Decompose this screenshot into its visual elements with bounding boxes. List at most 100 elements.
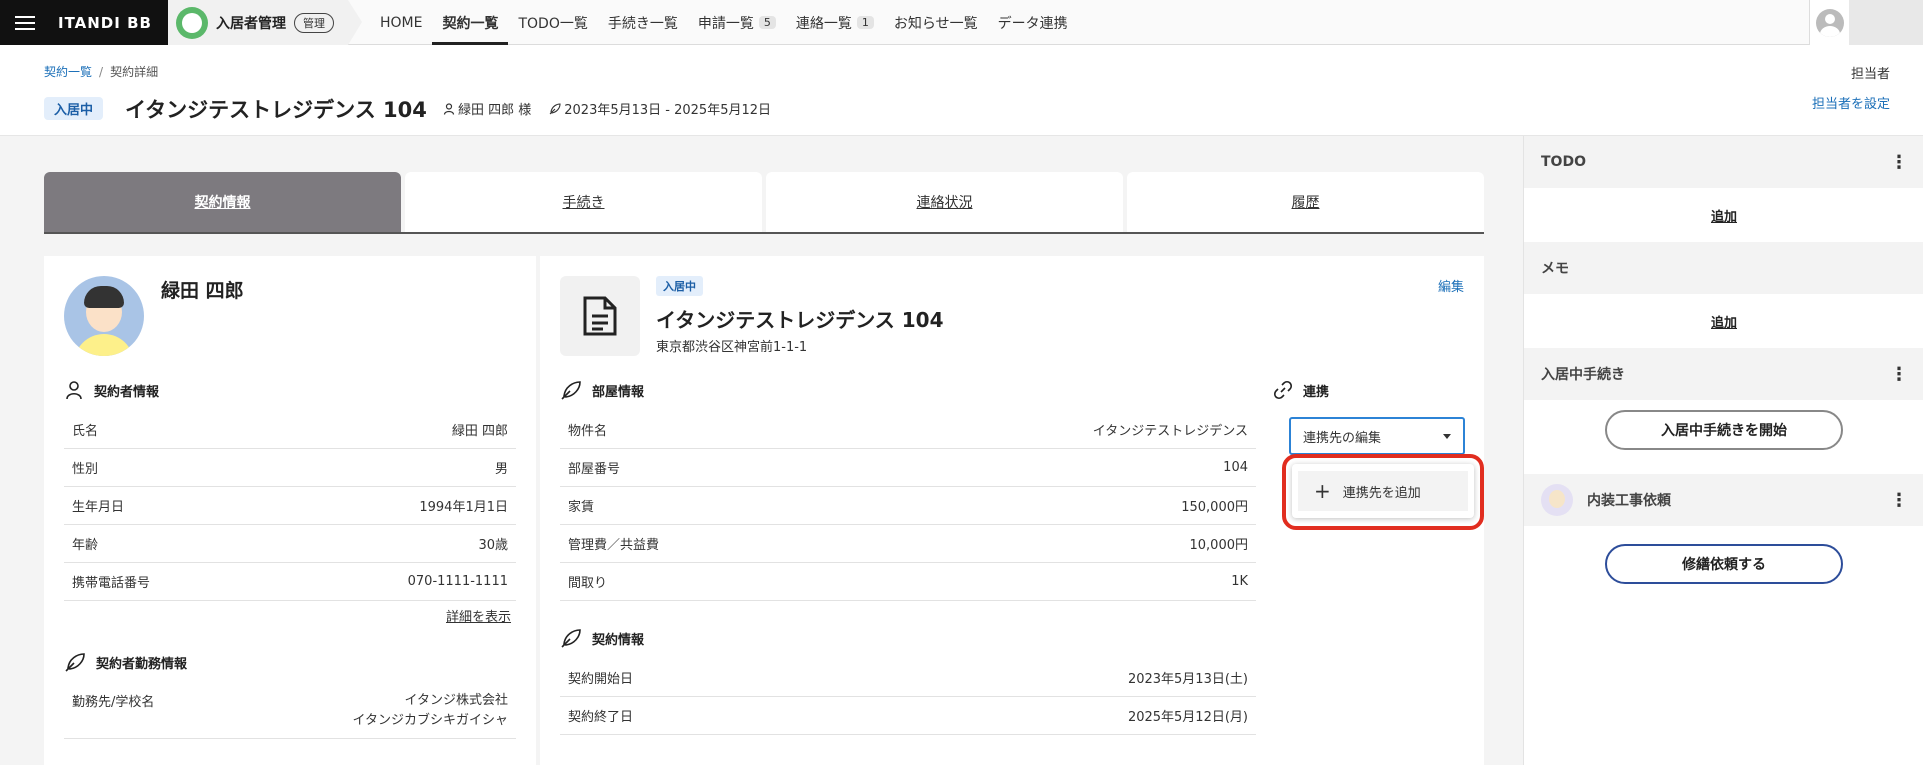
nav-procedures[interactable]: 手続き一覧: [598, 0, 688, 45]
more-vertical-icon[interactable]: ⋮: [1890, 152, 1908, 173]
nav-contacts[interactable]: 連絡一覧 1: [786, 0, 884, 45]
table-row: 契約終了日 2025年5月12日(月): [560, 697, 1256, 735]
nav-data-integration[interactable]: データ連携: [988, 0, 1078, 45]
table-row: 性別男: [64, 449, 516, 487]
repair-avatar-icon: [1541, 484, 1573, 516]
tab-contact-status[interactable]: 連絡状況: [766, 172, 1123, 232]
plus-icon: +: [1314, 479, 1331, 503]
property-address: 東京都渋谷区神宮前1-1-1: [656, 340, 808, 355]
room-section-title: 部屋情報: [560, 380, 644, 400]
add-link-menu-item[interactable]: + 連携先を追加: [1298, 471, 1468, 511]
menu-button[interactable]: [0, 0, 50, 45]
repair-section: 内装工事依頼 ⋮: [1524, 474, 1923, 526]
memo-title: メモ: [1541, 261, 1569, 277]
tab-procedures[interactable]: 手続き: [405, 172, 762, 232]
nav-todo[interactable]: TODO一覧: [508, 0, 597, 45]
property-card: 入居中 イタンジテストレジデンス 104 東京都渋谷区神宮前1-1-1 編集 部…: [540, 256, 1484, 765]
table-row: 生年月日 1994年1月1日: [64, 487, 516, 525]
tenant-avatar: [64, 276, 144, 356]
show-details-link[interactable]: 詳細を表示: [446, 606, 511, 625]
memo-add-link[interactable]: 追加: [1524, 294, 1923, 348]
chevron-down-icon: [1443, 433, 1451, 439]
person-icon: [443, 102, 455, 115]
tenant-name: 緑田 四郎 様: [458, 103, 532, 118]
procedure-section: 入居中手続き ⋮: [1524, 348, 1923, 400]
detail-tabs: 契約情報 手続き 連絡状況 履歴: [44, 172, 1484, 234]
feather-icon: [561, 629, 581, 648]
property-name: イタンジテストレジデンス 104: [656, 308, 944, 332]
more-vertical-icon[interactable]: ⋮: [1890, 490, 1908, 511]
table-row: 物件名 イタンジテストレジデンス: [560, 411, 1256, 449]
table-row: 部屋番号 104: [560, 449, 1256, 487]
breadcrumb: 契約一覧 / 契約詳細: [44, 65, 159, 79]
status-badge: 入居中: [44, 97, 104, 120]
memo-section: メモ 追加: [1524, 242, 1923, 348]
table-row: 家賃 150,000円: [560, 487, 1256, 525]
todo-section: TODO ⋮ 追加: [1524, 136, 1923, 242]
header-meta: 緑田 四郎 様 2023年5月13日 - 2025年5月12日: [443, 99, 771, 118]
table-row: 勤務先/学校名 イタンジ株式会社 イタンジカブシキガイシャ: [64, 683, 516, 739]
nav-contracts[interactable]: 契約一覧: [432, 0, 509, 45]
brand-logo[interactable]: ITANDI BB: [50, 0, 168, 45]
nav-home[interactable]: HOME: [370, 0, 432, 45]
nav-applications[interactable]: 申請一覧 5: [688, 0, 786, 45]
link-icon: [1273, 380, 1293, 400]
contract-section-title: 契約情報: [560, 628, 644, 648]
right-sidebar: TODO ⋮ 追加 メモ 追加 入居中手続き ⋮ 入居中手続きを開始 内装工事依頼 …: [1523, 136, 1923, 765]
user-avatar[interactable]: [1809, 0, 1849, 45]
user-menu[interactable]: [1809, 0, 1923, 45]
app-name: 入居者管理: [216, 15, 286, 32]
contract-period: 2023年5月13日 - 2025年5月12日: [564, 103, 772, 118]
request-repair-button[interactable]: 修繕依頼する: [1605, 544, 1843, 584]
link-select-label: 連携先の編集: [1303, 430, 1382, 446]
app-switcher[interactable]: 入居者管理 管理: [168, 0, 362, 45]
more-vertical-icon[interactable]: ⋮: [1890, 364, 1908, 385]
add-link-label: 連携先を追加: [1342, 485, 1421, 501]
table-row: 携帯電話番号 070-1111-1111: [64, 563, 516, 601]
table-row: 管理費／共益費 10,000円: [560, 525, 1256, 563]
main-nav: HOME 契約一覧 TODO一覧 手続き一覧 申請一覧 5 連絡一覧 1 お知らせ一…: [370, 0, 1078, 45]
document-icon: [560, 276, 640, 356]
tab-contract-info[interactable]: 契約情報: [44, 172, 401, 232]
breadcrumb-contracts-link[interactable]: 契約一覧: [44, 65, 92, 79]
repair-title: 内装工事依頼: [1587, 493, 1671, 509]
breadcrumb-current: 契約詳細: [110, 65, 159, 79]
table-row: 契約開始日 2023年5月13日(土): [560, 659, 1256, 697]
table-row: 氏名 緑田 四郎: [64, 411, 516, 449]
assignee-label: 担当者: [1850, 67, 1890, 82]
user-name-area: [1849, 0, 1923, 45]
hamburger-icon: [15, 15, 35, 30]
work-section-title: 契約者勤務情報: [64, 652, 187, 672]
table-row: 年齢 30歳: [64, 525, 516, 563]
contractor-section-title: 契約者情報: [64, 380, 159, 400]
contract-table: 契約開始日 2023年5月13日(土) 契約終了日 2025年5月12日(月): [560, 659, 1256, 735]
room-table: 物件名 イタンジテストレジデンス 部屋番号 104 家賃 150,000円 管理費／共…: [560, 411, 1256, 601]
edit-link[interactable]: 編集: [1438, 276, 1464, 295]
procedure-title: 入居中手続き: [1541, 367, 1625, 383]
nav-notices[interactable]: お知らせ一覧: [884, 0, 988, 45]
top-navigation-bar: ITANDI BB 入居者管理 管理 HOME 契約一覧 TODO一覧 手続き一…: [0, 0, 1923, 45]
todo-add-link[interactable]: 追加: [1524, 188, 1923, 242]
app-role-badge: 管理: [294, 12, 334, 33]
tab-history[interactable]: 履歴: [1127, 172, 1484, 232]
person-icon: [66, 381, 82, 400]
app-logo-icon: [176, 6, 208, 39]
work-table: 勤務先/学校名 イタンジ株式会社 イタンジカブシキガイシャ: [64, 683, 516, 739]
property-status-badge: 入居中: [656, 276, 703, 296]
link-section-title: 連携: [1273, 380, 1329, 400]
link-edit-select[interactable]: 連携先の編集: [1289, 417, 1465, 455]
applications-count-badge: 5: [758, 16, 776, 29]
user-icon: [1815, 8, 1844, 37]
link-dropdown-menu: + 連携先を追加: [1292, 464, 1474, 518]
contractor-table: 氏名 緑田 四郎 性別男 生年月日 1994年1月1日 年齢 30歳 携帯電話番号 07…: [64, 411, 516, 601]
page-header: 契約一覧 / 契約詳細 入居中 イタンジテストレジデンス 104 緑田 四郎 様 2…: [0, 45, 1923, 136]
table-row: 間取り 1K: [560, 563, 1256, 601]
tenant-name-heading: 緑田 四郎: [161, 280, 244, 302]
feather-icon: [549, 102, 561, 114]
start-procedure-button[interactable]: 入居中手続きを開始: [1605, 410, 1843, 450]
tenant-card: 緑田 四郎 契約者情報 氏名 緑田 四郎 性別男 生年月日 1994年1月1日 年齢…: [44, 256, 536, 765]
feather-icon: [561, 381, 581, 400]
feather-icon: [65, 653, 85, 672]
set-assignee-link[interactable]: 担当者を設定: [1812, 93, 1890, 112]
page-title: イタンジテストレジデンス 104: [125, 98, 427, 122]
